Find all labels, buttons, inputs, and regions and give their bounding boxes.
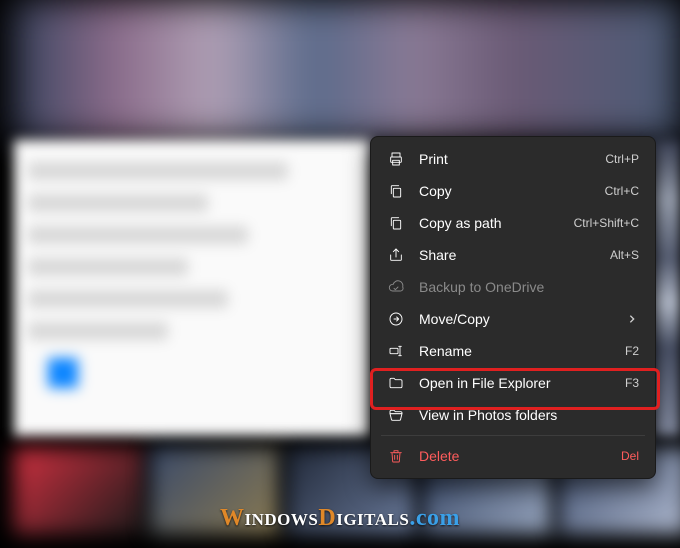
menu-label: Delete xyxy=(419,448,607,464)
menu-item-backup-onedrive: Backup to OneDrive xyxy=(377,271,649,303)
trash-icon xyxy=(387,447,405,465)
folder-open-icon xyxy=(387,406,405,424)
menu-item-move-copy[interactable]: Move/Copy xyxy=(377,303,649,335)
copy-path-icon xyxy=(387,214,405,232)
background-image-right xyxy=(652,140,680,436)
menu-item-view-photos-folders[interactable]: View in Photos folders xyxy=(377,399,649,431)
menu-shortcut: Ctrl+Shift+C xyxy=(574,216,639,230)
menu-shortcut: Del xyxy=(621,449,639,463)
menu-label: Move/Copy xyxy=(419,311,613,327)
menu-item-copy[interactable]: Copy Ctrl+C xyxy=(377,175,649,207)
menu-label: Open in File Explorer xyxy=(419,375,611,391)
chevron-right-icon xyxy=(627,311,639,327)
print-icon xyxy=(387,150,405,168)
menu-item-delete[interactable]: Delete Del xyxy=(377,440,649,472)
menu-item-copy-as-path[interactable]: Copy as path Ctrl+Shift+C xyxy=(377,207,649,239)
menu-item-share[interactable]: Share Alt+S xyxy=(377,239,649,271)
menu-label: Copy as path xyxy=(419,215,560,231)
copy-icon xyxy=(387,182,405,200)
context-menu: Print Ctrl+P Copy Ctrl+C Copy as path Ct… xyxy=(370,136,656,479)
menu-shortcut: Alt+S xyxy=(610,248,639,262)
menu-label: Copy xyxy=(419,183,591,199)
menu-label: View in Photos folders xyxy=(419,407,639,423)
menu-shortcut: F3 xyxy=(625,376,639,390)
move-copy-icon xyxy=(387,310,405,328)
background-image-top xyxy=(14,0,680,140)
menu-label: Backup to OneDrive xyxy=(419,279,639,295)
cloud-sync-icon xyxy=(387,278,405,296)
menu-shortcut: F2 xyxy=(625,344,639,358)
menu-separator xyxy=(381,435,645,436)
menu-item-print[interactable]: Print Ctrl+P xyxy=(377,143,649,175)
share-icon xyxy=(387,246,405,264)
menu-label: Rename xyxy=(419,343,611,359)
menu-item-rename[interactable]: Rename F2 xyxy=(377,335,649,367)
menu-label: Share xyxy=(419,247,596,263)
menu-item-open-file-explorer[interactable]: Open in File Explorer F3 xyxy=(377,367,649,399)
folder-icon xyxy=(387,374,405,392)
menu-shortcut: Ctrl+C xyxy=(605,184,639,198)
menu-shortcut: Ctrl+P xyxy=(605,152,639,166)
rename-icon xyxy=(387,342,405,360)
menu-label: Print xyxy=(419,151,591,167)
background-panel-left xyxy=(14,140,370,436)
